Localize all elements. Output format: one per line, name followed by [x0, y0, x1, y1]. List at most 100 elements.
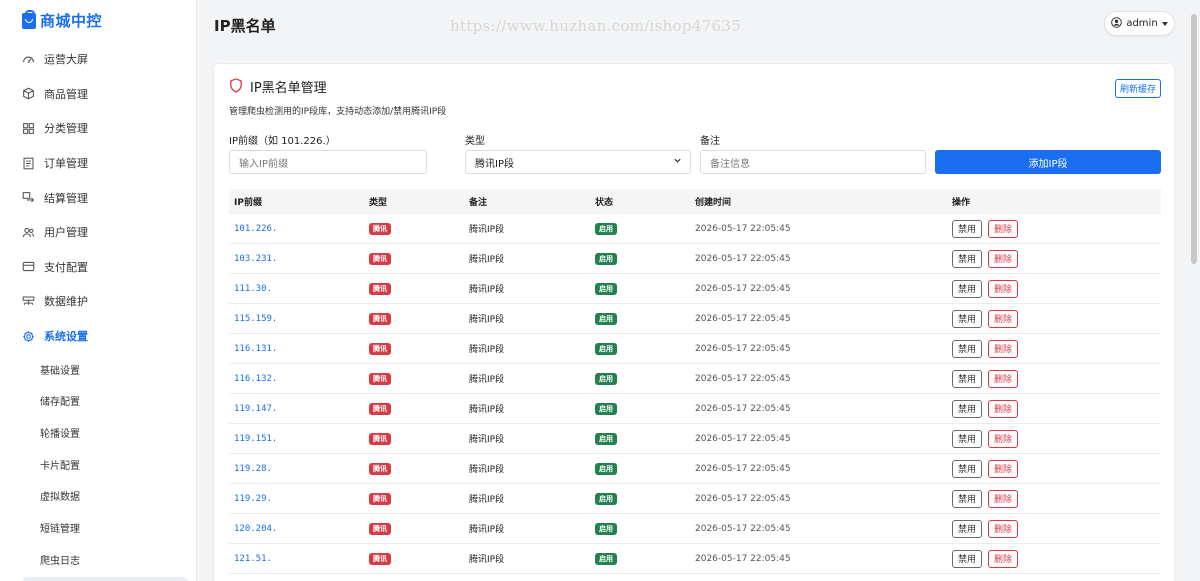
disable-button[interactable]: 禁用 — [952, 489, 983, 508]
status-badge: 启用 — [595, 342, 617, 355]
status-badge: 启用 — [595, 432, 617, 445]
sidebar-item-7[interactable]: 数据维护 — [0, 284, 196, 319]
delete-button[interactable]: 删除 — [988, 339, 1019, 358]
sidebar-item-5[interactable]: 用户管理 — [0, 215, 196, 250]
delete-button[interactable]: 删除 — [988, 249, 1019, 268]
delete-button[interactable]: 删除 — [988, 429, 1019, 448]
ip-prefix-input[interactable]: 输入IP前缀 — [229, 150, 427, 174]
page-title: IP黑名单 — [214, 17, 276, 35]
disable-button[interactable]: 禁用 — [952, 429, 983, 448]
type-select[interactable]: 腾讯IP段 — [465, 150, 691, 174]
delete-button[interactable]: 删除 — [988, 549, 1019, 568]
delete-button[interactable]: 删除 — [988, 219, 1019, 238]
disable-button[interactable]: 禁用 — [952, 309, 983, 328]
server-icon — [22, 295, 35, 308]
sidebar-item-1[interactable]: 商品管理 — [0, 77, 196, 112]
disable-button[interactable]: 禁用 — [952, 399, 983, 418]
type-badge: 腾讯 — [369, 402, 391, 415]
delete-button[interactable]: 删除 — [988, 279, 1019, 298]
page-scrollbar[interactable] — [1188, 0, 1200, 581]
users-icon — [22, 226, 35, 239]
brand[interactable]: 商城中控 — [22, 9, 103, 31]
ip-prefix-cell: 119.151. — [234, 433, 278, 444]
scrollbar-thumb[interactable] — [1191, 14, 1197, 264]
note-cell: 腾讯IP段 — [469, 525, 505, 535]
sidebar-subitem-0[interactable]: 基础设置 — [0, 353, 196, 385]
type-badge: 腾讯 — [369, 222, 391, 235]
sidebar-item-6[interactable]: 支付配置 — [0, 250, 196, 285]
disable-button[interactable]: 禁用 — [952, 459, 983, 478]
delete-button[interactable]: 删除 — [988, 489, 1019, 508]
note-cell: 腾讯IP段 — [469, 555, 505, 565]
disable-button[interactable]: 禁用 — [952, 249, 983, 268]
sidebar-subitem-3[interactable]: 卡片配置 — [0, 448, 196, 480]
refresh-cache-button[interactable]: 刷新缓存 — [1115, 79, 1161, 98]
sidebar-item-3[interactable]: 订单管理 — [0, 146, 196, 181]
note-cell: 腾讯IP段 — [469, 285, 505, 295]
sidebar-item-4[interactable]: 结算管理 — [0, 180, 196, 215]
disable-button[interactable]: 禁用 — [952, 279, 983, 298]
sidebar-item-label: 系统设置 — [44, 330, 88, 344]
actions-cell: 禁用 删除 — [952, 459, 1161, 478]
note-input[interactable]: 备注信息 — [700, 150, 926, 174]
status-badge: 启用 — [595, 252, 617, 265]
table-row: 101.226. 腾讯 腾讯IP段 启用 2026-05-17 22:05:45 禁用 删除 — [229, 214, 1161, 244]
sidebar-item-0[interactable]: 运营大屏 — [0, 42, 196, 77]
card-description: 管理爬虫检测用的IP段库，支持动态添加/禁用腾讯IP段 — [229, 107, 447, 117]
type-badge: 腾讯 — [369, 462, 391, 475]
disable-button[interactable]: 禁用 — [952, 549, 983, 568]
column-header-time: 创建时间 — [695, 198, 732, 208]
actions-cell: 禁用 删除 — [952, 219, 1161, 238]
add-ip-segment-button[interactable]: 添加IP段 — [935, 150, 1161, 174]
dashboard-icon — [22, 53, 35, 66]
delete-button[interactable]: 删除 — [988, 459, 1019, 478]
ip-prefix-cell: 119.29. — [234, 493, 272, 504]
type-badge: 腾讯 — [369, 432, 391, 445]
watermark: https://www.huzhan.com/ishop47635 — [450, 17, 742, 35]
created-time-cell: 2026-05-17 22:05:45 — [695, 313, 791, 324]
receipt-icon — [22, 157, 35, 170]
disable-button[interactable]: 禁用 — [952, 369, 983, 388]
disable-button[interactable]: 禁用 — [952, 519, 983, 538]
delete-button[interactable]: 删除 — [988, 309, 1019, 328]
user-name: admin — [1126, 18, 1158, 29]
sidebar-item-8[interactable]: 系统设置 — [0, 319, 196, 354]
created-time-cell: 2026-05-17 22:05:45 — [695, 253, 791, 264]
card-title: IP黑名单管理 — [250, 81, 327, 96]
sidebar-subitem-4[interactable]: 虚拟数据 — [0, 480, 196, 512]
type-badge: 腾讯 — [369, 372, 391, 385]
sidebar-item-label: 数据维护 — [44, 295, 88, 309]
card-header: IP黑名单管理 — [229, 77, 327, 96]
sidebar-subitem-6[interactable]: 爬虫日志 — [0, 543, 196, 575]
table-row: 116.132. 腾讯 腾讯IP段 启用 2026-05-17 22:05:45 禁用 删除 — [229, 364, 1161, 394]
ip-prefix-cell: 111.30. — [234, 283, 272, 294]
sidebar-subitem-5[interactable]: 短链管理 — [0, 512, 196, 544]
type-badge: 腾讯 — [369, 282, 391, 295]
type-badge: 腾讯 — [369, 522, 391, 535]
sidebar-subitem-1[interactable]: 储存配置 — [0, 385, 196, 417]
disable-button[interactable]: 禁用 — [952, 219, 983, 238]
created-time-cell: 2026-05-17 22:05:45 — [695, 403, 791, 414]
shopping-bag-icon — [22, 9, 36, 29]
shield-icon — [229, 77, 243, 96]
actions-cell: 禁用 删除 — [952, 399, 1161, 418]
delete-button[interactable]: 删除 — [988, 519, 1019, 538]
delete-button[interactable]: 删除 — [988, 369, 1019, 388]
app-title: 商城中控 — [40, 12, 103, 30]
delete-button[interactable]: 删除 — [988, 399, 1019, 418]
table-header: IP前缀 类型 备注 状态 创建时间 操作 — [229, 189, 1161, 214]
column-header-actions: 操作 — [952, 198, 971, 208]
ip-prefix-cell: 116.131. — [234, 343, 278, 354]
user-menu-button[interactable]: admin — [1104, 11, 1175, 36]
disable-button[interactable]: 禁用 — [952, 339, 983, 358]
ip-prefix-cell: 116.132. — [234, 373, 278, 384]
sidebar-item-2[interactable]: 分类管理 — [0, 111, 196, 146]
sidebar-subitem-2[interactable]: 轮播设置 — [0, 417, 196, 449]
created-time-cell: 2026-05-17 22:05:45 — [695, 523, 791, 534]
actions-cell: 禁用 删除 — [952, 549, 1161, 568]
type-badge: 腾讯 — [369, 252, 391, 265]
actions-cell: 禁用 删除 — [952, 279, 1161, 298]
type-badge: 腾讯 — [369, 342, 391, 355]
table-row: 119.29. 腾讯 腾讯IP段 启用 2026-05-17 22:05:45 禁用 删除 — [229, 484, 1161, 514]
note-cell: 腾讯IP段 — [469, 435, 505, 445]
